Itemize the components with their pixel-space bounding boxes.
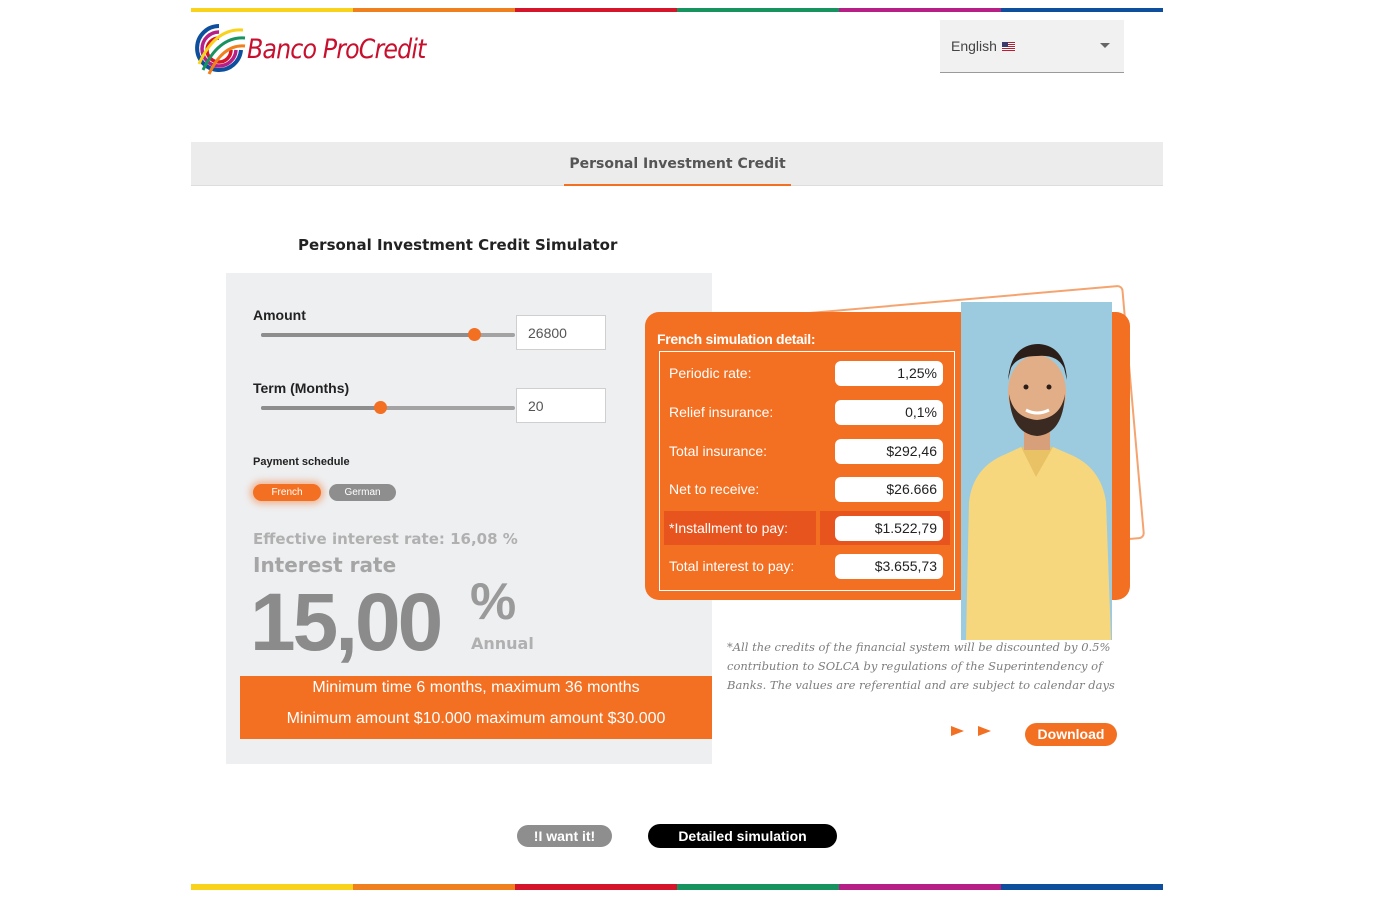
bottom-color-stripe — [191, 884, 1163, 890]
detail-value: 0,1% — [835, 400, 943, 425]
detailed-simulation-button[interactable]: Detailed simulation — [648, 824, 837, 848]
detail-row-periodic-rate: Periodic rate: 1,25% — [664, 356, 950, 390]
procredit-logo-icon — [195, 24, 246, 75]
detail-row-installment: *Installment to pay: $1.522,79 — [664, 511, 950, 545]
detail-row-relief-insurance: Relief insurance: 0,1% — [664, 395, 950, 429]
amount-label: Amount — [253, 307, 306, 323]
german-schedule-button[interactable]: German — [329, 484, 396, 501]
us-flag-icon — [1001, 42, 1015, 51]
amount-input[interactable] — [516, 315, 606, 350]
brand-name: Banco ProCredit — [247, 33, 426, 65]
detail-row-net-to-receive: Net to receive: $26.666 — [664, 472, 950, 506]
interest-rate-label: Interest rate — [253, 553, 397, 577]
term-slider[interactable] — [261, 401, 515, 414]
language-select[interactable]: English — [940, 20, 1124, 73]
detail-label: Periodic rate: — [669, 365, 752, 381]
download-button[interactable]: Download — [1025, 723, 1117, 746]
interest-rate-percent-symbol: % — [470, 573, 517, 631]
detail-row-total-interest: Total interest to pay: $3.655,73 — [664, 549, 950, 583]
detail-value: $26.666 — [835, 477, 943, 502]
top-color-stripe — [191, 8, 1163, 12]
simulator-title: Personal Investment Credit Simulator — [298, 236, 618, 254]
detail-label: Relief insurance: — [669, 404, 774, 420]
play-arrow-icon — [951, 726, 964, 736]
brand-logo[interactable]: Banco ProCredit — [191, 18, 426, 80]
payment-schedule-label: Payment schedule — [253, 456, 350, 468]
detail-value: $292,46 — [835, 439, 943, 464]
product-tab-bar: Personal Investment Credit — [191, 142, 1163, 186]
detail-label: *Installment to pay: — [664, 511, 816, 545]
amount-limits-text: Minimum amount $10.000 maximum amount $3… — [286, 710, 666, 727]
detail-label: Total insurance: — [669, 443, 768, 459]
effective-interest-rate: Effective interest rate: 16,08 % — [253, 530, 518, 548]
language-value: English — [951, 38, 997, 54]
chevron-down-icon — [1100, 43, 1110, 48]
amount-slider[interactable] — [261, 328, 515, 341]
interest-rate-period: Annual — [471, 634, 534, 653]
play-arrow-icon — [978, 726, 991, 736]
amount-slider-fill — [261, 333, 475, 337]
detail-value: $1.522,79 — [835, 516, 943, 541]
detail-label: Total interest to pay: — [669, 558, 795, 574]
simulation-detail-title: French simulation detail: — [657, 331, 816, 347]
term-limits-text: Minimum time 6 months, maximum 36 months — [312, 679, 640, 696]
interest-rate-value: 15,00 — [250, 577, 443, 668]
french-schedule-button[interactable]: French — [253, 484, 321, 501]
term-label: Term (Months) — [253, 380, 350, 396]
detail-value: 1,25% — [835, 361, 943, 386]
term-slider-fill — [261, 406, 381, 410]
arrow-icons — [951, 726, 991, 736]
detail-row-total-insurance: Total insurance: $292,46 — [664, 434, 950, 468]
tab-personal-investment-credit[interactable]: Personal Investment Credit — [564, 142, 791, 186]
detail-label: Net to receive: — [669, 481, 760, 497]
want-it-button[interactable]: !I want it! — [517, 825, 612, 847]
credit-limits-banner: Minimum time 6 months, maximum 36 months… — [240, 676, 712, 739]
person-illustration — [961, 302, 1112, 640]
customer-photo — [961, 302, 1112, 640]
disclaimer-text: *All the credits of the financial system… — [727, 640, 1115, 692]
detail-value: $3.655,73 — [835, 554, 943, 579]
term-input[interactable] — [516, 388, 606, 423]
